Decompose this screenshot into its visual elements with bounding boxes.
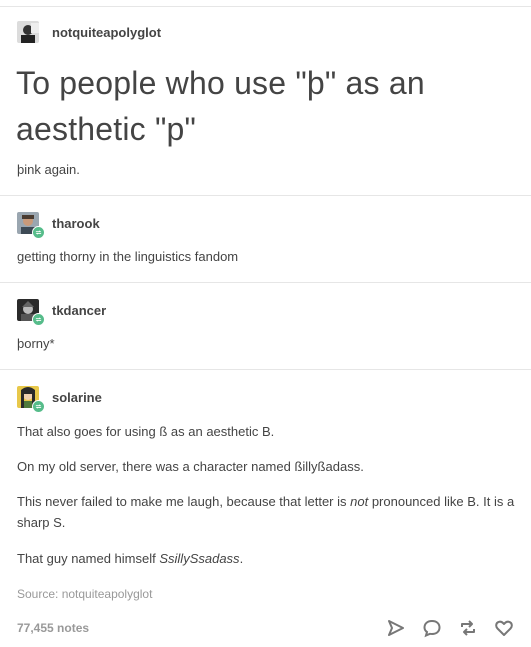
divider <box>0 282 531 283</box>
solarine-paragraph-4: That guy named himself SsillySsadass. <box>17 548 517 569</box>
reblog-username-tharook[interactable]: tharook <box>52 216 100 231</box>
like-icon[interactable] <box>494 618 514 638</box>
top-divider <box>0 6 531 7</box>
avatar-notquiteapolyglot[interactable] <box>17 21 39 43</box>
reblog-username-tkdancer[interactable]: tkdancer <box>52 303 106 318</box>
divider <box>0 369 531 370</box>
reblog-username-solarine[interactable]: solarine <box>52 390 102 405</box>
source-label: Source: <box>17 587 59 601</box>
reply-icon[interactable] <box>422 618 442 638</box>
divider <box>0 195 531 196</box>
source-link[interactable]: notquiteapolyglot <box>62 587 153 601</box>
notes-count[interactable]: 77,455 notes <box>17 621 89 635</box>
paragraph-text: That guy named himself <box>17 551 160 566</box>
reblog-badge-icon <box>32 400 45 413</box>
post-title: To people who use "þ" as an aesthetic "p… <box>16 65 425 147</box>
reblog-text-tkdancer: þorny* <box>17 336 55 351</box>
reblog-badge-icon <box>32 226 45 239</box>
op-body: þink again. <box>17 162 80 177</box>
reblog-text-tharook: getting thorny in the linguistics fandom <box>17 249 239 264</box>
reblog-badge-icon <box>32 313 45 326</box>
solarine-paragraph-2: On my old server, there was a character … <box>17 459 364 474</box>
source-line: Source: notquiteapolyglot <box>17 587 152 601</box>
paragraph-text: This never failed to make me laugh, beca… <box>17 494 351 509</box>
op-username[interactable]: notquiteapolyglot <box>52 25 161 40</box>
reblog-icon[interactable] <box>458 618 478 638</box>
avatar-image <box>17 21 39 43</box>
solarine-paragraph-3: This never failed to make me laugh, beca… <box>17 491 515 533</box>
emphasis-not: not <box>350 494 369 509</box>
emphasis-name: SsillySsadass <box>159 551 240 566</box>
paragraph-text: . <box>239 551 244 566</box>
share-icon[interactable] <box>386 618 406 638</box>
solarine-paragraph-1: That also goes for using ß as an aesthet… <box>17 424 275 439</box>
